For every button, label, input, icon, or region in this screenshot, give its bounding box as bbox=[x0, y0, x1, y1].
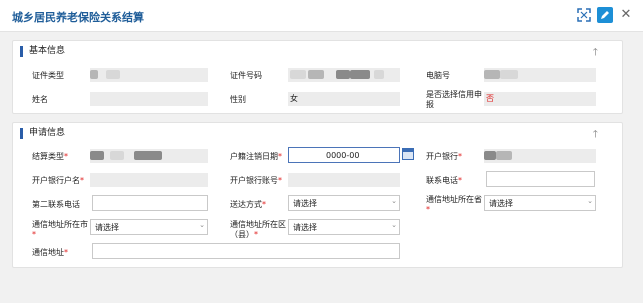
chevron-down-icon: ⌄ bbox=[587, 197, 593, 205]
name-label: 姓名 bbox=[32, 95, 48, 104]
chevron-down-icon: ⌄ bbox=[391, 197, 397, 205]
phone2-label: 第二联系电话 bbox=[32, 200, 80, 209]
province-label: 通信地址所在省* bbox=[426, 195, 482, 214]
city-label: 通信地址所在市* bbox=[32, 220, 88, 239]
computer-number-label: 电脑号 bbox=[426, 71, 450, 80]
phone-input[interactable] bbox=[486, 171, 595, 187]
fit-screen-icon[interactable] bbox=[576, 7, 592, 23]
delivery-label: 送达方式* bbox=[230, 200, 266, 209]
chevron-down-icon: ⌄ bbox=[391, 221, 397, 229]
name-value bbox=[90, 92, 208, 106]
window-title: 城乡居民养老保险关系结算 bbox=[12, 11, 144, 24]
credit-value: 否 bbox=[486, 94, 494, 103]
address-input[interactable] bbox=[92, 243, 400, 259]
pin-icon[interactable]: 🡑 bbox=[593, 127, 598, 144]
chevron-down-icon: ⌄ bbox=[199, 221, 205, 229]
delivery-select[interactable]: 请选择 ⌄ bbox=[288, 195, 400, 211]
title-bar: 城乡居民养老保险关系结算 ✕ bbox=[0, 0, 643, 32]
edit-icon[interactable] bbox=[597, 7, 613, 23]
bank-label: 开户银行* bbox=[426, 152, 462, 161]
address-label: 通信地址* bbox=[32, 248, 68, 257]
settle-type-label: 结算类型* bbox=[32, 152, 68, 161]
province-select[interactable]: 请选择 ⌄ bbox=[484, 195, 596, 211]
district-label: 通信地址所在区（县）* bbox=[230, 220, 286, 239]
computer-number-value bbox=[484, 68, 596, 82]
credit-label: 是否选择信用申报 bbox=[426, 90, 482, 109]
dialog: 城乡居民养老保险关系结算 ✕ 基本信息 🡑 证件类型 证件号码 电脑号 姓名 性… bbox=[0, 0, 643, 303]
pin-icon[interactable]: 🡑 bbox=[593, 45, 598, 62]
phone-label: 联系电话* bbox=[426, 176, 462, 185]
id-number-value bbox=[288, 68, 400, 82]
close-icon[interactable]: ✕ bbox=[618, 7, 634, 23]
phone2-input[interactable] bbox=[92, 195, 208, 211]
id-type-label: 证件类型 bbox=[32, 71, 64, 80]
gender-label: 性别 bbox=[230, 95, 246, 104]
bank-value bbox=[484, 149, 596, 163]
basic-info-title: 基本信息 bbox=[20, 46, 65, 57]
settle-type-value bbox=[90, 149, 208, 163]
gender-value-box: 女 bbox=[288, 92, 400, 106]
gender-value: 女 bbox=[290, 94, 298, 103]
apply-info-title: 申请信息 bbox=[20, 128, 65, 139]
bank-account-no-label: 开户银行账号* bbox=[230, 176, 282, 185]
id-type-value bbox=[90, 68, 208, 82]
cancel-date-label: 户籍注销日期* bbox=[230, 152, 282, 161]
bank-account-no-value bbox=[288, 173, 400, 187]
calendar-icon[interactable] bbox=[402, 148, 414, 160]
city-select[interactable]: 请选择 ⌄ bbox=[90, 219, 208, 235]
bank-account-name-value bbox=[90, 173, 208, 187]
district-select[interactable]: 请选择 ⌄ bbox=[288, 219, 400, 235]
credit-value-box: 否 bbox=[484, 92, 596, 106]
cancel-date-input[interactable]: 0000-00 bbox=[288, 147, 400, 163]
bank-account-name-label: 开户银行户名* bbox=[32, 176, 84, 185]
id-number-label: 证件号码 bbox=[230, 71, 262, 80]
